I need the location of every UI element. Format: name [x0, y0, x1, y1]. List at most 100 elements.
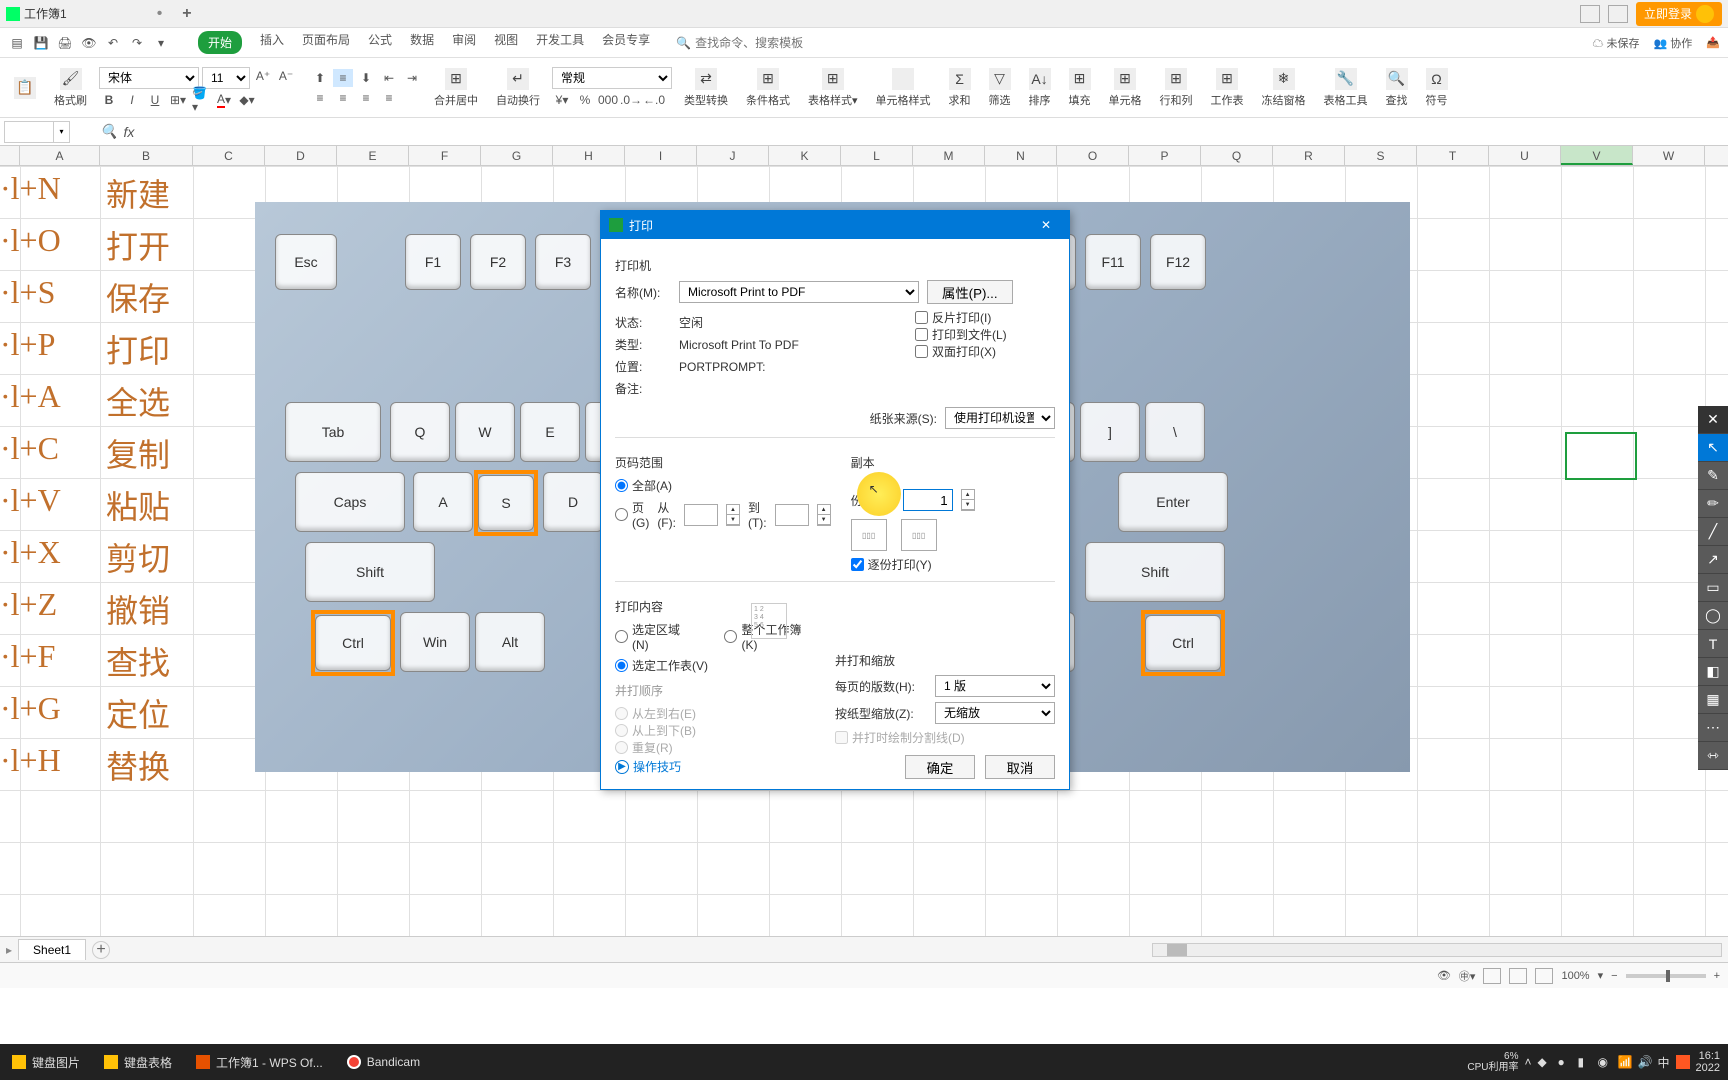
- vtool-fill-icon[interactable]: ▦: [1698, 686, 1728, 714]
- dec-decimal-icon[interactable]: ←.0: [644, 91, 664, 109]
- dialog-titlebar[interactable]: 打印 ✕: [601, 211, 1069, 239]
- cloud-icon[interactable]: ☁ 未保存: [1592, 35, 1639, 51]
- cond-format-button[interactable]: ⊞条件格式: [740, 66, 796, 110]
- col-A[interactable]: A: [20, 146, 100, 165]
- tab-layout[interactable]: 页面布局: [302, 31, 350, 54]
- col-F[interactable]: F: [409, 146, 481, 165]
- col-L[interactable]: L: [841, 146, 913, 165]
- copies-spinner[interactable]: ▲▼: [961, 489, 975, 511]
- grow-font-icon[interactable]: A⁺: [253, 67, 273, 85]
- window-layout-icon[interactable]: [1580, 5, 1600, 23]
- justify-icon[interactable]: ≡: [379, 89, 399, 107]
- col-T[interactable]: T: [1417, 146, 1489, 165]
- vtool-rect-icon[interactable]: ▭: [1698, 574, 1728, 602]
- invert-checkbox[interactable]: 反片打印(I): [915, 309, 1055, 326]
- add-sheet-button[interactable]: +: [92, 941, 110, 959]
- tab-home[interactable]: 开始: [198, 31, 242, 54]
- view-layout-icon[interactable]: [1509, 968, 1527, 984]
- tab-insert[interactable]: 插入: [260, 31, 284, 54]
- vtool-text-icon[interactable]: T: [1698, 630, 1728, 658]
- per-page-select[interactable]: 1 版: [935, 675, 1055, 697]
- vtool-marker-icon[interactable]: ✏: [1698, 490, 1728, 518]
- tab-member[interactable]: 会员专享: [602, 31, 650, 54]
- formula-input[interactable]: [140, 121, 1340, 143]
- sheet-nav-icon[interactable]: ▸: [6, 943, 12, 957]
- vtool-shape-icon[interactable]: ◯: [1698, 602, 1728, 630]
- properties-button[interactable]: 属性(P)...: [927, 280, 1013, 304]
- vtool-line-icon[interactable]: ╱: [1698, 518, 1728, 546]
- save-icon[interactable]: 💾: [32, 34, 50, 52]
- eye-icon[interactable]: 👁: [1437, 969, 1451, 982]
- redo-icon[interactable]: ↷: [128, 34, 146, 52]
- italic-icon[interactable]: I: [122, 91, 142, 109]
- number-format-select[interactable]: 常规: [552, 67, 672, 89]
- new-tab-button[interactable]: +: [182, 5, 191, 23]
- col-C[interactable]: C: [193, 146, 265, 165]
- col-M[interactable]: M: [913, 146, 985, 165]
- tab-review[interactable]: 审阅: [452, 31, 476, 54]
- col-J[interactable]: J: [697, 146, 769, 165]
- cpu-indicator[interactable]: 6%CPU利用率: [1467, 1051, 1518, 1073]
- cell-button[interactable]: ⊞单元格: [1103, 66, 1148, 110]
- shrink-font-icon[interactable]: A⁻: [276, 67, 296, 85]
- align-bottom-icon[interactable]: ⬇: [356, 69, 376, 87]
- tray-up-icon[interactable]: ˄: [1524, 1055, 1531, 1069]
- tray-icon-3[interactable]: ▮: [1578, 1055, 1592, 1069]
- pages-radio[interactable]: 页(G): [615, 499, 649, 530]
- col-R[interactable]: R: [1273, 146, 1345, 165]
- collate-checkbox[interactable]: 逐份打印(Y): [851, 556, 1055, 573]
- table-style-button[interactable]: ⊞表格样式▾: [802, 66, 864, 110]
- zoom-out-icon[interactable]: −: [1611, 970, 1617, 982]
- view-break-icon[interactable]: [1535, 968, 1553, 984]
- indent-left-icon[interactable]: ⇤: [379, 69, 399, 87]
- vtool-expand-icon[interactable]: ⇿: [1698, 742, 1728, 770]
- sort-button[interactable]: A↓排序: [1023, 66, 1057, 110]
- paper-source-select[interactable]: 使用打印机设置: [945, 407, 1055, 429]
- zoom-value[interactable]: 100%: [1561, 970, 1589, 982]
- undo-icon[interactable]: ↶: [104, 34, 122, 52]
- border-icon[interactable]: ⊞▾: [168, 91, 188, 109]
- filter-button[interactable]: ▽筛选: [983, 66, 1017, 110]
- tray-icon-6[interactable]: 🔊: [1638, 1055, 1652, 1069]
- wrap-button[interactable]: ↵自动换行: [490, 66, 546, 110]
- col-H[interactable]: H: [553, 146, 625, 165]
- col-V[interactable]: V: [1561, 146, 1633, 165]
- from-input[interactable]: [684, 504, 718, 526]
- printer-select[interactable]: Microsoft Print to PDF: [679, 281, 919, 303]
- vtool-close-icon[interactable]: ✕: [1698, 406, 1728, 434]
- taskbar-folder-1[interactable]: 键盘图片: [0, 1044, 92, 1080]
- align-top-icon[interactable]: ⬆: [310, 69, 330, 87]
- clock[interactable]: 16:12022: [1696, 1050, 1720, 1074]
- find-button[interactable]: 🔍查找: [1380, 66, 1414, 110]
- highlight-icon[interactable]: ◆▾: [237, 91, 257, 109]
- command-search[interactable]: 🔍: [676, 36, 815, 50]
- comma-icon[interactable]: 000: [598, 91, 618, 109]
- tab-devtools[interactable]: 开发工具: [536, 31, 584, 54]
- duplex-checkbox[interactable]: 双面打印(X): [915, 343, 1055, 360]
- login-button[interactable]: 立即登录: [1636, 2, 1722, 26]
- font-select[interactable]: 宋体: [99, 67, 199, 89]
- paste-button[interactable]: 📋: [8, 75, 42, 101]
- symbol-button[interactable]: Ω符号: [1420, 66, 1454, 110]
- dialog-close-button[interactable]: ✕: [1031, 211, 1061, 239]
- ok-button[interactable]: 确定: [905, 755, 975, 779]
- scale-select[interactable]: 无缩放: [935, 702, 1055, 724]
- align-center-icon[interactable]: ≡: [333, 89, 353, 107]
- align-middle-icon[interactable]: ≡: [333, 69, 353, 87]
- sel-area-radio[interactable]: 选定区域(N): [615, 621, 694, 652]
- ime-indicator[interactable]: 中: [1658, 1054, 1670, 1071]
- sheet-tab-1[interactable]: Sheet1: [18, 939, 86, 960]
- taskbar-folder-2[interactable]: 键盘表格: [92, 1044, 184, 1080]
- freeze-button[interactable]: ❄冻结窗格: [1256, 66, 1312, 110]
- vtool-more-icon[interactable]: ⋯: [1698, 714, 1728, 742]
- col-E[interactable]: E: [337, 146, 409, 165]
- col-B[interactable]: B: [100, 146, 193, 165]
- taskbar-wps[interactable]: 工作簿1 - WPS Of...: [184, 1044, 335, 1080]
- name-box-dropdown[interactable]: ▾: [54, 121, 70, 143]
- tray-icon-1[interactable]: ◆: [1538, 1055, 1552, 1069]
- vtool-eraser-icon[interactable]: ◧: [1698, 658, 1728, 686]
- dropdown-icon[interactable]: ▾: [152, 34, 170, 52]
- merge-button[interactable]: ⊞合并居中: [428, 66, 484, 110]
- col-S[interactable]: S: [1345, 146, 1417, 165]
- fx-label[interactable]: fx: [123, 124, 134, 140]
